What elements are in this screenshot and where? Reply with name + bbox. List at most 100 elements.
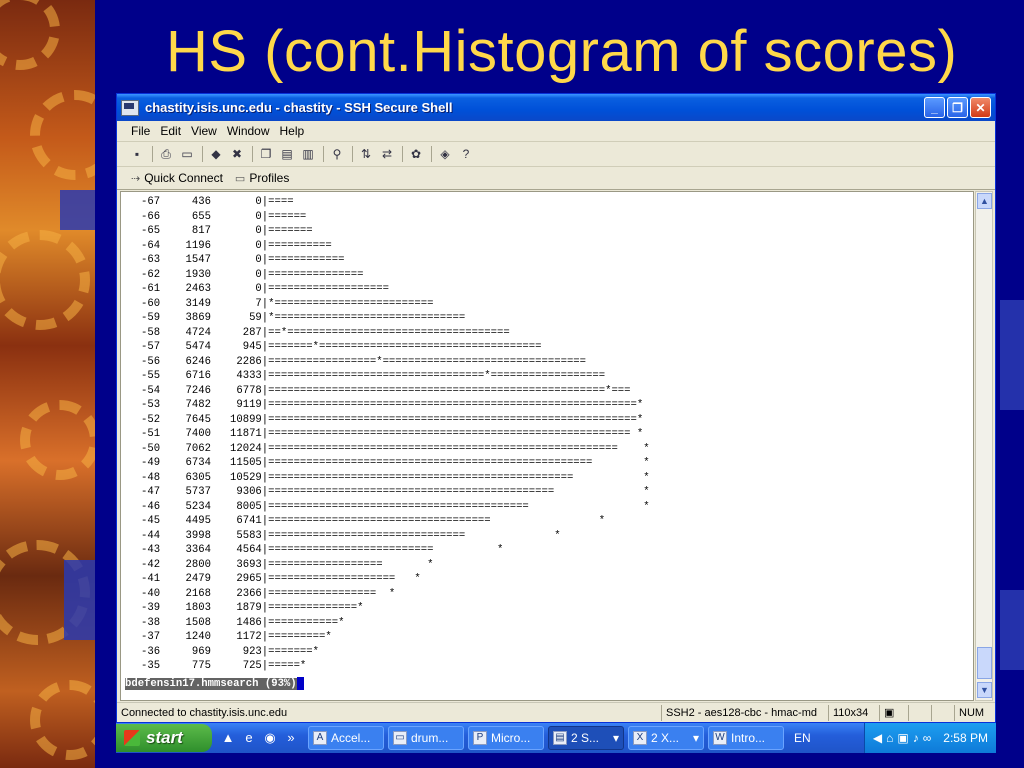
decorative-stripe xyxy=(1000,590,1024,670)
terminal-line: -57 5474 945|=======*===================… xyxy=(141,340,973,355)
gear-icon xyxy=(0,230,90,330)
terminal-line: -36 969 923|=======* xyxy=(141,645,973,660)
terminal-line: -51 7400 11871|=========================… xyxy=(141,427,973,442)
terminal-line: -39 1803 1879|==============* xyxy=(141,601,973,616)
display-icon[interactable]: ▣ xyxy=(897,731,908,745)
tray-expand-icon[interactable]: ◀ xyxy=(873,731,882,745)
gear-decoration-strip xyxy=(0,0,95,768)
taskbar-button-label: Micro... xyxy=(491,731,530,745)
scroll-thumb[interactable] xyxy=(977,647,992,679)
terminal-line: -59 3869 59|*===========================… xyxy=(141,311,973,326)
close-button[interactable]: ✕ xyxy=(970,97,991,118)
copy-icon[interactable]: ❐ xyxy=(258,147,274,161)
new-connection-icon[interactable]: ◆ xyxy=(208,147,224,161)
chevron-down-icon: ▾ xyxy=(613,731,619,745)
toolbar-separator xyxy=(352,146,353,162)
internet-explorer-icon[interactable]: e xyxy=(241,730,257,746)
paste-icon[interactable]: ▤ xyxy=(279,147,295,161)
word-icon: W xyxy=(713,731,727,745)
file-transfer-icon[interactable]: ⇅ xyxy=(358,147,374,161)
minimize-button[interactable]: _ xyxy=(924,97,945,118)
disconnect-icon[interactable]: ✖ xyxy=(229,147,245,161)
terminal-output[interactable]: -67 436 0|====-66 655 0|======-65 817 0|… xyxy=(120,191,974,701)
access-icon: A xyxy=(313,731,327,745)
window-titlebar[interactable]: chastity.isis.unc.edu - chastity - SSH S… xyxy=(117,94,995,121)
terminal-cursor xyxy=(297,677,304,690)
terminal-line: -52 7645 10899|=========================… xyxy=(141,413,973,428)
toolbar: ▪ ⎙ ▭ ◆ ✖ ❐ ▤ ▥ ⚲ ⇅ ⇄ ✿ ◈ ? xyxy=(117,142,995,167)
menu-file[interactable]: File xyxy=(131,124,150,138)
new-file-transfer-icon[interactable]: ⇄ xyxy=(379,147,395,161)
help-book-icon[interactable]: ◈ xyxy=(437,147,453,161)
print-icon[interactable]: ⎙ xyxy=(158,147,174,161)
quick-connect-button[interactable]: ⇢ Quick Connect xyxy=(131,171,223,185)
terminal-line: -43 3364 4564|==========================… xyxy=(141,543,973,558)
toolbar-separator xyxy=(152,146,153,162)
language-indicator[interactable]: EN xyxy=(794,731,811,745)
quick-connect-bar: ⇢ Quick Connect ▭ Profiles xyxy=(117,167,995,190)
scroll-down-arrow-icon[interactable]: ▼ xyxy=(977,682,992,698)
paste-special-icon[interactable]: ▥ xyxy=(300,147,316,161)
volume-icon[interactable]: ♪ xyxy=(913,731,919,745)
terminal-line: -63 1547 0|============ xyxy=(141,253,973,268)
terminal-line: -50 7062 12024|=========================… xyxy=(141,442,973,457)
num-lock-indicator: NUM xyxy=(955,705,988,721)
taskbar-button-access[interactable]: A Accel... xyxy=(308,726,384,750)
gear-icon xyxy=(30,680,95,760)
expand-chevron-icon[interactable]: » xyxy=(283,730,299,746)
histogram-output: -67 436 0|====-66 655 0|======-65 817 0|… xyxy=(121,192,973,674)
taskbar-button-microsoft[interactable]: P Micro... xyxy=(468,726,544,750)
acrobat-icon[interactable]: ▲ xyxy=(220,730,236,746)
terminal-size: 110x34 xyxy=(829,705,880,721)
menu-help[interactable]: Help xyxy=(280,124,305,138)
ssh-window: chastity.isis.unc.edu - chastity - SSH S… xyxy=(116,93,996,723)
start-button[interactable]: start xyxy=(116,724,212,752)
settings-icon[interactable]: ✿ xyxy=(408,147,424,161)
terminal-line: -47 5737 9306|==========================… xyxy=(141,485,973,500)
terminal-line: -60 3149 7|*========================= xyxy=(141,297,973,312)
profiles-button[interactable]: ▭ Profiles xyxy=(235,171,289,185)
gear-icon xyxy=(20,400,95,480)
menu-view[interactable]: View xyxy=(191,124,217,138)
save-icon[interactable]: ▪ xyxy=(129,147,145,161)
terminal-line: -44 3998 5583|==========================… xyxy=(141,529,973,544)
vertical-scrollbar[interactable]: ▲ ▼ xyxy=(975,191,993,701)
connection-tray-icon[interactable]: ∞ xyxy=(923,731,932,745)
status-empty-cell xyxy=(909,705,932,721)
terminal-app-icon xyxy=(121,100,139,116)
decorative-stripe xyxy=(1000,300,1024,410)
scroll-up-arrow-icon[interactable]: ▲ xyxy=(977,193,992,209)
status-lock-icon: ▣ xyxy=(880,705,909,721)
taskbar-button-drum[interactable]: ▭ drum... xyxy=(388,726,464,750)
print-preview-icon[interactable]: ▭ xyxy=(179,147,195,161)
folder-icon: ▭ xyxy=(393,731,407,745)
start-label: start xyxy=(146,728,183,748)
toolbar-separator xyxy=(431,146,432,162)
terminal-line: -41 2479 2965|==================== * xyxy=(141,572,973,587)
menu-window[interactable]: Window xyxy=(227,124,270,138)
terminal-line: -66 655 0|====== xyxy=(141,210,973,225)
taskbar-button-ssh-group[interactable]: ▤ 2 S... ▾ xyxy=(548,726,624,750)
terminal-line: -35 775 725|=====* xyxy=(141,659,973,674)
terminal-line: -48 6305 10529|=========================… xyxy=(141,471,973,486)
quick-connect-icon: ⇢ xyxy=(131,172,140,185)
decorative-stripe xyxy=(60,190,95,230)
terminal-line: -49 6734 11505|=========================… xyxy=(141,456,973,471)
maximize-button[interactable]: ❐ xyxy=(947,97,968,118)
taskbar-button-label: 2 X... xyxy=(651,731,679,745)
taskbar-button-x-group[interactable]: X 2 X... ▾ xyxy=(628,726,704,750)
terminal-line: -46 5234 8005|==========================… xyxy=(141,500,973,515)
powerpoint-icon: P xyxy=(473,731,487,745)
taskbar-button-label: Intro... xyxy=(731,731,765,745)
menu-edit[interactable]: Edit xyxy=(160,124,181,138)
taskbar-button-label: 2 S... xyxy=(571,731,599,745)
taskbar-button-intro[interactable]: W Intro... xyxy=(708,726,784,750)
terminal-line: -56 6246 2286|=================*========… xyxy=(141,355,973,370)
media-icon[interactable]: ◉ xyxy=(262,730,278,746)
network-icon[interactable]: ⌂ xyxy=(886,731,893,745)
find-icon[interactable]: ⚲ xyxy=(329,147,345,161)
terminal-line: -53 7482 9119|==========================… xyxy=(141,398,973,413)
folder-icon: ▭ xyxy=(235,172,245,185)
context-help-icon[interactable]: ? xyxy=(458,147,474,161)
clock: 2:58 PM xyxy=(943,731,988,745)
